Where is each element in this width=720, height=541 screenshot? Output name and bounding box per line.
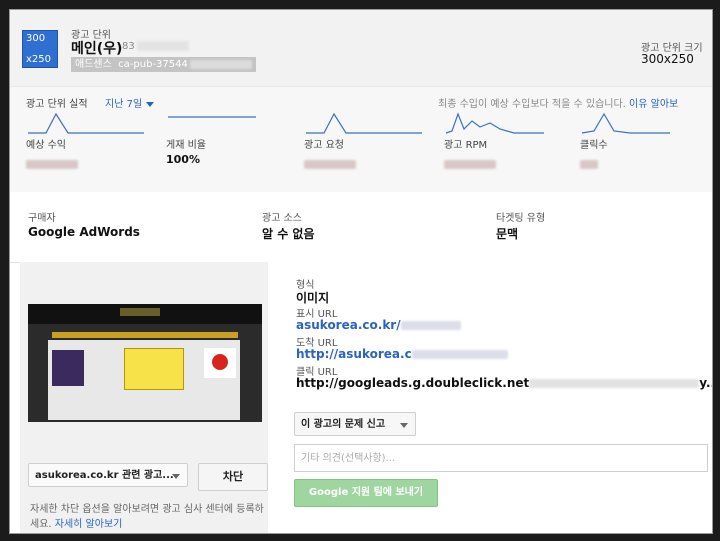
click-url-value: http://googleads.g.doubleclick.nety...: [296, 376, 712, 390]
redacted-block: [411, 350, 508, 359]
chevron-down-icon: [146, 101, 155, 107]
metric-value: [444, 154, 564, 169]
ad-size-icon-line1: 300: [26, 33, 46, 44]
metric-clicks: 클릭수: [580, 109, 700, 169]
targeting-label: 타겟팅 유형: [496, 213, 546, 224]
sparkline: [168, 116, 256, 118]
learn-more-link[interactable]: 자세히 알아보기: [55, 519, 123, 530]
redacted-block: [304, 160, 356, 169]
metric-label: 광고 요청: [304, 140, 344, 151]
performance-strip: 광고 단위 실적 지난 7일 최종 수입이 예상 수입보다 적을 수 있습니다.…: [10, 86, 712, 193]
redacted-block: [26, 160, 78, 169]
chevron-down-icon: [400, 423, 408, 428]
metric-value: [304, 154, 424, 169]
period-dropdown[interactable]: 지난 7일: [105, 95, 155, 110]
ad-unit-id: 83: [122, 41, 189, 52]
redacted-block: [400, 321, 461, 330]
performance-title: 광고 단위 실적: [26, 99, 88, 110]
targeting-value: 문맥: [496, 227, 519, 241]
redacted-block: [136, 41, 189, 51]
ad-unit-header: 300 x250 광고 단위 메인(우) 83 애드센스 ca-pub-3754…: [10, 10, 712, 86]
metric-value: [580, 154, 700, 169]
metric-value: [26, 154, 146, 169]
publisher-row: 애드센스 ca-pub-37544: [71, 57, 256, 72]
ad-size-value: 300x250: [641, 52, 694, 66]
redacted-block: [580, 160, 598, 169]
metric-ad-requests: 광고 요청: [304, 109, 424, 169]
block-note: 자세한 차단 옵션을 알아보려면 광고 심사 센터에 등록하세요. 자세히 알아…: [30, 504, 264, 530]
display-url-link[interactable]: asukorea.co.kr/: [296, 318, 461, 332]
redacted-block: [444, 160, 496, 169]
buyer-field: 구매자 Google AdWords: [28, 209, 140, 239]
ad-preview-panel: asukorea.co.kr 관련 광고... 차단 자세한 차단 옵션을 알아…: [20, 262, 269, 533]
ad-unit-name: 메인(우): [71, 41, 123, 57]
sparkline: [306, 112, 422, 134]
comment-field[interactable]: [294, 444, 708, 472]
ad-review-panel: 300 x250 광고 단위 메인(우) 83 애드센스 ca-pub-3754…: [9, 9, 713, 534]
ad-source-value: 알 수 없음: [262, 227, 315, 241]
ad-source-label: 광고 소스: [262, 213, 302, 224]
metric-coverage: 게재 비율 100%: [166, 109, 286, 166]
buyer-value: Google AdWords: [28, 225, 140, 239]
related-ads-dropdown[interactable]: asukorea.co.kr 관련 광고...: [28, 463, 188, 487]
ad-size-icon: 300 x250: [22, 30, 58, 68]
metric-label: 광고 RPM: [444, 140, 488, 151]
earnings-note: 최종 수입이 예상 수입보다 적을 수 있습니다. 이유 알아보: [438, 99, 679, 110]
publisher-id: ca-pub-37544: [118, 59, 188, 70]
buyer-label: 구매자: [28, 213, 56, 224]
redacted-block: [529, 379, 700, 388]
sparkline: [581, 112, 670, 134]
send-to-google-button[interactable]: Google 지원 팀에 보내기: [294, 479, 438, 507]
product-name: 애드센스: [75, 59, 112, 70]
ad-preview-image[interactable]: [28, 304, 262, 422]
block-button[interactable]: 차단: [198, 463, 268, 491]
ad-source-field: 광고 소스 알 수 없음: [262, 209, 315, 242]
targeting-field: 타겟팅 유형 문맥: [496, 209, 545, 242]
destination-url-link[interactable]: http://asukorea.c: [296, 347, 508, 361]
metric-rpm: 광고 RPM: [444, 109, 564, 169]
redacted-block: [189, 59, 252, 69]
sparkline: [445, 112, 544, 134]
ad-size-icon-line2: x250: [26, 54, 52, 65]
metric-label: 예상 수익: [26, 140, 66, 151]
metric-label: 클릭수: [580, 140, 608, 151]
metric-value: 100%: [166, 153, 200, 166]
metric-estimated-earnings: 예상 수익: [26, 109, 146, 169]
ad-source-row: 구매자 Google AdWords 광고 소스 알 수 없음 타겟팅 유형 문…: [10, 192, 712, 263]
report-issue-dropdown[interactable]: 이 광고의 문제 신고: [294, 412, 416, 436]
ad-detail-panel: 형식 이미지 표시 URL asukorea.co.kr/ 도착 URL htt…: [268, 262, 712, 533]
chevron-down-icon: [172, 474, 180, 479]
format-value: 이미지: [296, 291, 330, 305]
metric-label: 게재 비율: [166, 140, 206, 151]
sparkline: [28, 112, 144, 134]
